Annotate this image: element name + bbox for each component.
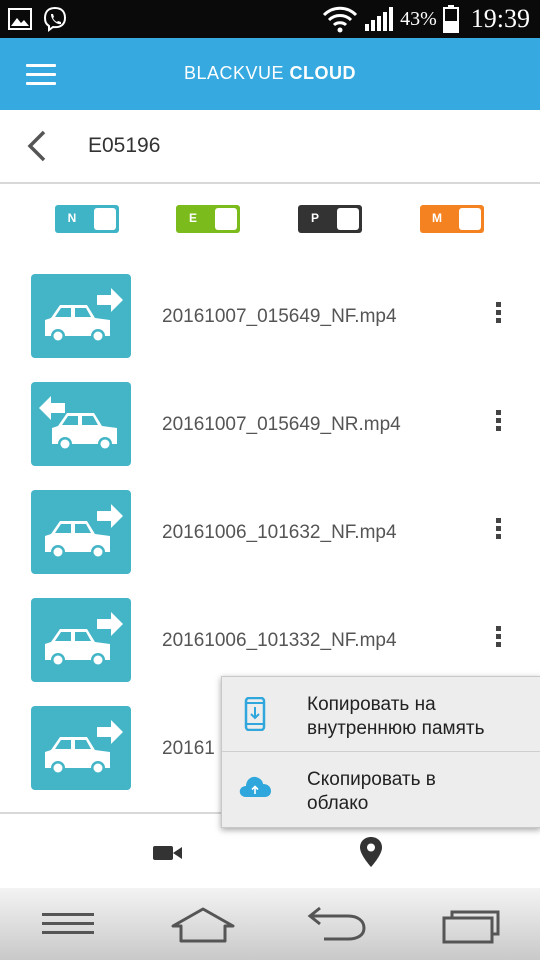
file-name: 20161006_101632_NF.mp4 (162, 522, 397, 543)
list-item[interactable]: 20161007_015649_NR.mp4 (0, 370, 540, 478)
menu-item-line2: внутреннюю память (307, 718, 485, 739)
car-forward-icon (45, 720, 123, 775)
toggle-knob (337, 208, 359, 230)
chevron-left-icon[interactable] (22, 128, 52, 164)
car-forward-icon (45, 504, 123, 559)
car-forward-icon (45, 288, 123, 343)
toggle-knob (459, 208, 481, 230)
menu-item-copy-to-cloud[interactable]: Скопировать в облако (222, 752, 540, 826)
rear-camera-thumbnail (31, 382, 131, 466)
status-left (8, 6, 68, 32)
front-camera-thumbnail (31, 706, 131, 790)
device-name: E05196 (88, 134, 161, 157)
menu-item-label: Копировать на внутреннюю память (307, 693, 485, 741)
file-name: 20161007_015649_NF.mp4 (162, 306, 397, 327)
system-navigation-bar (0, 888, 540, 960)
recent-apps-icon[interactable] (440, 906, 502, 946)
image-icon (8, 8, 32, 30)
filter-label: N (67, 211, 77, 225)
menu-item-line2: облако (307, 793, 369, 814)
more-vert-icon[interactable] (486, 410, 510, 438)
status-bar: 43% 19:39 (0, 0, 540, 38)
filter-toggle-event[interactable]: E (176, 205, 240, 233)
home-icon[interactable] (170, 906, 236, 944)
toggle-knob (215, 208, 237, 230)
app-title: BLACKVUE CLOUD (0, 63, 540, 84)
more-vert-icon[interactable] (486, 518, 510, 546)
front-camera-thumbnail (31, 598, 131, 682)
context-menu: Копировать на внутреннюю память Скопиров… (221, 676, 540, 828)
battery-percent: 43% (400, 7, 437, 30)
filter-toggle-manual[interactable]: M (420, 205, 484, 233)
viber-icon (43, 6, 67, 32)
filter-label: P (310, 211, 319, 225)
menu-item-copy-to-internal[interactable]: Копировать на внутреннюю память (222, 677, 540, 751)
list-item[interactable]: 20161007_015649_NF.mp4 (0, 262, 540, 370)
menu-icon[interactable] (40, 906, 96, 940)
car-forward-icon (45, 612, 123, 667)
wifi-icon (323, 6, 358, 33)
app-bar: BLACKVUE CLOUD (0, 38, 540, 110)
more-vert-icon[interactable] (486, 302, 510, 330)
file-name: 20161007_015649_NR.mp4 (162, 414, 401, 435)
battery-icon (442, 5, 459, 33)
list-item[interactable]: 20161006_101632_NF.mp4 (0, 478, 540, 586)
front-camera-thumbnail (31, 274, 131, 358)
car-rear-icon (39, 396, 117, 451)
video-camera-icon[interactable] (152, 842, 184, 864)
app-title-bold: CLOUD (289, 63, 357, 83)
back-icon[interactable] (304, 906, 368, 942)
filter-label: E (188, 211, 197, 225)
cloud-upload-icon (239, 776, 271, 797)
device-header: E05196 (0, 110, 540, 184)
status-right: 43% 19:39 (322, 0, 530, 38)
more-vert-icon[interactable] (486, 626, 510, 654)
clock: 19:39 (470, 4, 530, 33)
location-pin-icon[interactable] (359, 836, 383, 868)
file-name: 20161006_101332_NF.mp4 (162, 630, 397, 651)
filter-toggles: N E P M (0, 205, 540, 235)
filter-label: M (432, 211, 442, 225)
app-title-light: BLACKVUE (183, 63, 290, 83)
filter-toggle-parking[interactable]: P (298, 205, 362, 233)
menu-item-line1: Копировать на (307, 694, 436, 715)
filter-toggle-normal[interactable]: N (55, 205, 119, 233)
signal-icon (365, 7, 394, 31)
phone-download-icon (244, 697, 266, 731)
front-camera-thumbnail (31, 490, 131, 574)
menu-item-label: Скопировать в облако (307, 768, 436, 816)
toggle-knob (94, 208, 116, 230)
file-name: 20161 (162, 738, 215, 759)
menu-item-line1: Скопировать в (307, 769, 436, 790)
